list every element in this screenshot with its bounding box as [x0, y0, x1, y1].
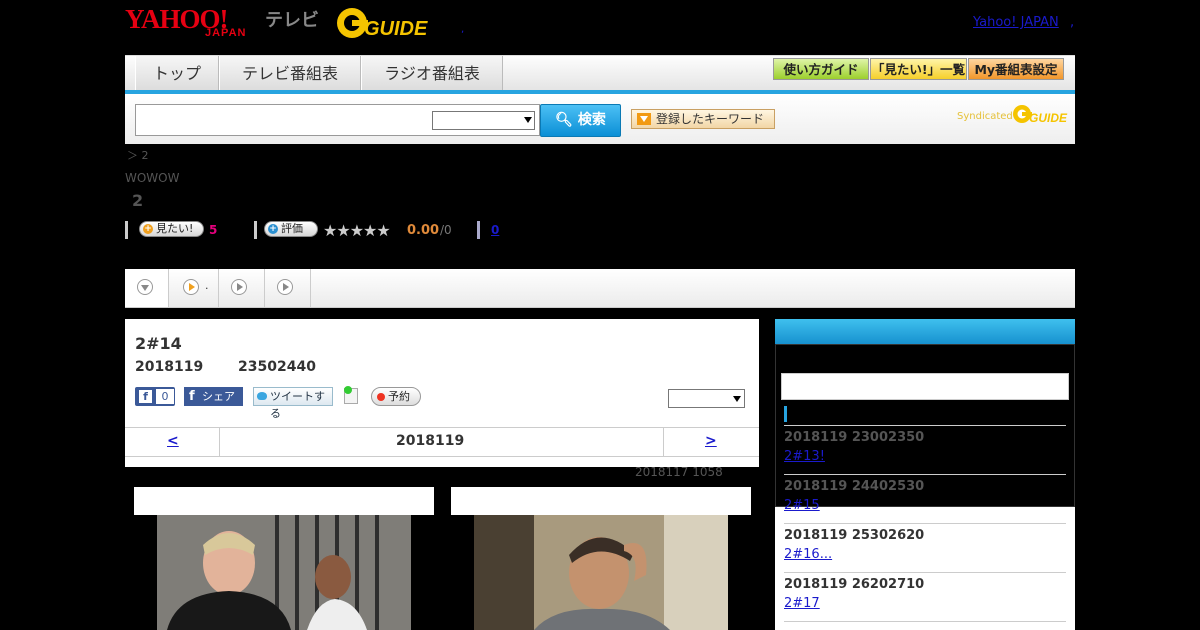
facebook-icon: f: [189, 389, 195, 404]
gguide-small-logo: GUIDE: [1013, 105, 1068, 125]
play-icon: [277, 279, 293, 295]
photo-caption-box: [134, 487, 434, 515]
rate-label: 評価: [281, 222, 303, 235]
sidebar-episode-link[interactable]: 2#15: [784, 498, 820, 513]
divider: [254, 221, 257, 239]
sidebar-header: [775, 319, 1075, 344]
tab-reviews[interactable]: [219, 269, 265, 307]
want-list-button[interactable]: 「見たい!」一覧: [870, 58, 967, 80]
photo-scene: [157, 515, 411, 630]
registered-keywords-button[interactable]: 登録したキーワード: [631, 109, 775, 129]
facebook-share-label: シェア: [202, 390, 235, 403]
header-separator: ,: [461, 24, 465, 35]
current-date: 2018119: [396, 433, 465, 449]
nav-tab-tv-listings[interactable]: テレビ番組表: [219, 56, 361, 91]
tv-label[interactable]: テレビ: [265, 6, 319, 32]
syndicated-label: Syndicated: [957, 111, 1013, 122]
chevron-down-icon: [137, 279, 153, 295]
svg-text:GUIDE: GUIDE: [1029, 111, 1068, 125]
review-count-link[interactable]: 0: [491, 223, 499, 237]
rating-count: /0: [440, 223, 452, 237]
divider: [477, 221, 480, 239]
divider: [219, 428, 220, 456]
reserve-button[interactable]: 予約: [371, 387, 421, 406]
tab-episodes[interactable]: .: [169, 269, 219, 307]
photo-scene: [474, 515, 728, 630]
search-category-select[interactable]: [432, 111, 535, 130]
record-icon: [377, 393, 385, 401]
star-rating: ★★★★★: [323, 221, 391, 240]
header-link-separator: ,: [1070, 15, 1075, 30]
episode-photo[interactable]: [474, 515, 728, 630]
chevron-down-icon: [733, 396, 741, 402]
yahoo-japan-logo-text: JAPAN: [205, 27, 247, 39]
sidebar-episode-datetime: 2018119 23002350: [784, 430, 925, 445]
plus-icon: +: [143, 224, 153, 234]
sidebar-list-background: [775, 507, 1075, 630]
search-icon: 🔍︎: [555, 112, 573, 128]
rating-value: 0.00: [407, 223, 440, 238]
svg-text:GUIDE: GUIDE: [364, 18, 428, 40]
plus-icon: +: [268, 224, 278, 234]
episode-title: 2#14: [135, 334, 182, 353]
prev-date-link[interactable]: <: [167, 433, 179, 449]
guide-button[interactable]: 使い方ガイド: [773, 58, 869, 80]
add-calendar-icon[interactable]: [344, 386, 358, 404]
play-icon: [231, 279, 247, 295]
search-button[interactable]: 🔍︎ 検索: [540, 104, 621, 137]
episode-time: 23502440: [238, 359, 316, 375]
registered-keywords-label: 登録したキーワード: [656, 112, 765, 126]
facebook-icon: f: [139, 390, 152, 403]
divider: [784, 474, 1066, 475]
sidebar-episode-link[interactable]: 2#13!: [784, 449, 825, 464]
tab-cast[interactable]: [265, 269, 311, 307]
sidebar-episode-link[interactable]: 2#17: [784, 596, 820, 611]
facebook-share-button[interactable]: f シェア: [184, 387, 243, 406]
gguide-logo[interactable]: GUIDE: [334, 6, 434, 40]
want-to-watch-button[interactable]: + 見たい!: [139, 221, 204, 237]
sidebar-search-input[interactable]: [781, 373, 1069, 400]
play-icon: [183, 279, 199, 295]
episode-select[interactable]: [668, 389, 745, 408]
nav-tab-radio-listings[interactable]: ラジオ番組表: [361, 56, 503, 91]
episode-date: 2018119: [135, 359, 204, 375]
sidebar-episode-datetime: 2018119 24402530: [784, 479, 925, 494]
divider: [784, 621, 1066, 622]
program-title: 2: [132, 191, 144, 210]
my-listings-settings-button[interactable]: My番組表設定: [968, 58, 1064, 80]
dropdown-arrow-icon: [637, 113, 651, 125]
twitter-bird-icon: [257, 392, 267, 400]
sidebar-episode-link[interactable]: 2#16...: [784, 547, 832, 562]
chevron-down-icon: [524, 117, 532, 123]
reserve-label: 予約: [388, 390, 410, 403]
breadcrumb: ＞ 2: [127, 149, 149, 162]
yahoo-japan-link[interactable]: Yahoo! JAPAN: [973, 15, 1059, 30]
sidebar-section-marker: [784, 406, 787, 422]
divider: [784, 572, 1066, 573]
facebook-like-count: 0: [156, 389, 174, 404]
tweet-button[interactable]: ツイートする: [253, 387, 333, 420]
want-count: 5: [209, 223, 218, 237]
facebook-like-button[interactable]: f 0: [135, 387, 175, 406]
content-tabs: .: [125, 269, 1075, 308]
nav-tab-top[interactable]: トップ: [135, 56, 219, 91]
last-updated: 2018117 1058: [635, 465, 723, 479]
photo-caption-box: [451, 487, 751, 515]
tab-episodes-label: .: [205, 279, 209, 292]
channel-name: WOWOW: [125, 171, 180, 185]
sidebar-episode-datetime: 2018119 26202710: [784, 577, 925, 592]
search-button-label: 検索: [577, 112, 606, 128]
divider: [784, 523, 1066, 524]
global-nav: トップ テレビ番組表 ラジオ番組表 使い方ガイド 「見たい!」一覧 My番組表設…: [125, 55, 1075, 91]
next-date-link[interactable]: >: [705, 433, 717, 449]
divider: [125, 221, 128, 239]
sidebar-episode-datetime: 2018119 25302620: [784, 528, 925, 543]
divider: [784, 425, 1066, 426]
want-to-watch-label: 見たい!: [156, 222, 194, 235]
divider: [663, 428, 664, 456]
episode-photo[interactable]: [157, 515, 411, 630]
rate-button[interactable]: + 評価: [264, 221, 318, 237]
tab-details[interactable]: [125, 269, 169, 307]
